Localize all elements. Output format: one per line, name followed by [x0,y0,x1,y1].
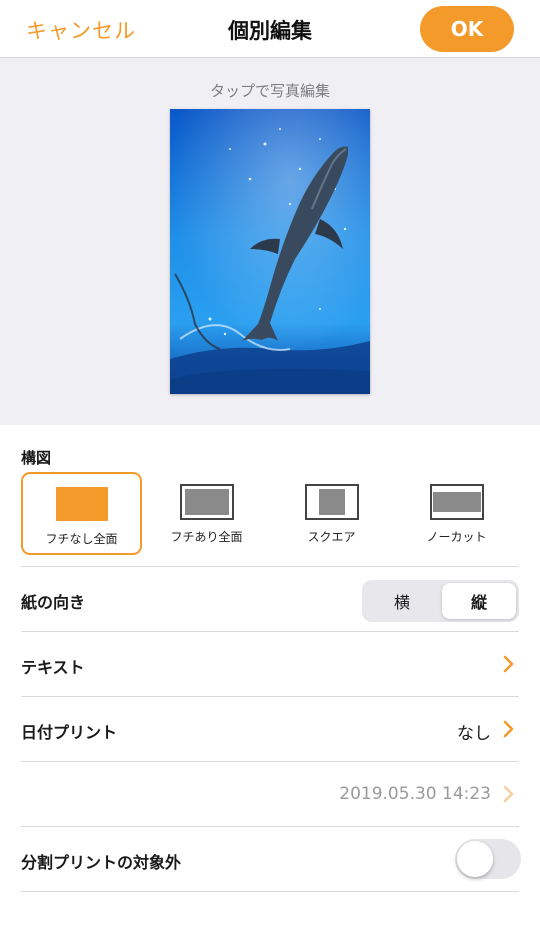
preview-hint: タップで写真編集 [209,82,330,100]
chevron-right-icon [503,785,514,803]
date-value: 2019.05.30 14:23 [339,784,491,804]
layout-option-label: フチなし全面 [45,532,118,546]
exclude-split-label: 分割プリントの対象外 [21,853,182,872]
text-label: テキスト [21,658,85,677]
divider [21,891,519,892]
layout-option-label: スクエア [307,530,356,544]
layout-option-square[interactable]: スクエア [271,472,392,555]
layout-square-icon [304,484,359,520]
nav-bar: キャンセル 個別編集 OK [0,0,540,58]
layout-bordered-icon [179,484,234,520]
exclude-split-row: 分割プリントの対象外 [21,826,521,891]
text-row[interactable]: テキスト [21,631,519,696]
layout-nocut-icon [429,484,484,520]
chevron-right-icon [503,655,514,673]
layout-option-nocut[interactable]: ノーカット [396,472,517,555]
dolphin-photo [170,109,370,394]
photo-preview[interactable] [170,109,370,394]
ok-button[interactable]: OK [420,6,514,52]
orientation-landscape-option[interactable]: 横 [365,583,439,619]
orientation-label: 紙の向き [21,593,86,612]
exclude-split-toggle[interactable] [455,839,521,879]
orientation-segmented-control: 横 縦 [362,580,519,622]
layout-option-borderless[interactable]: フチなし全面 [21,472,142,555]
layout-borderless-icon [55,487,108,521]
date-value-row[interactable]: 2019.05.30 14:23 [21,761,519,826]
toggle-knob [457,841,493,877]
composition-label: 構図 [21,449,52,467]
photo-preview-area: タップで写真編集 [0,58,540,425]
date-print-label: 日付プリント [21,723,118,742]
date-print-row[interactable]: 日付プリント なし [21,696,519,761]
layout-option-label: フチあり全面 [170,530,243,544]
layout-option-label: ノーカット [426,530,487,544]
orientation-portrait-option[interactable]: 縦 [442,583,516,619]
composition-options: フチなし全面 フチあり全面 スクエア ノーカット [21,472,521,556]
layout-option-bordered[interactable]: フチあり全面 [146,472,267,555]
date-print-value: なし [457,724,491,744]
chevron-right-icon [503,720,514,738]
orientation-row: 紙の向き 横 縦 [21,566,519,631]
